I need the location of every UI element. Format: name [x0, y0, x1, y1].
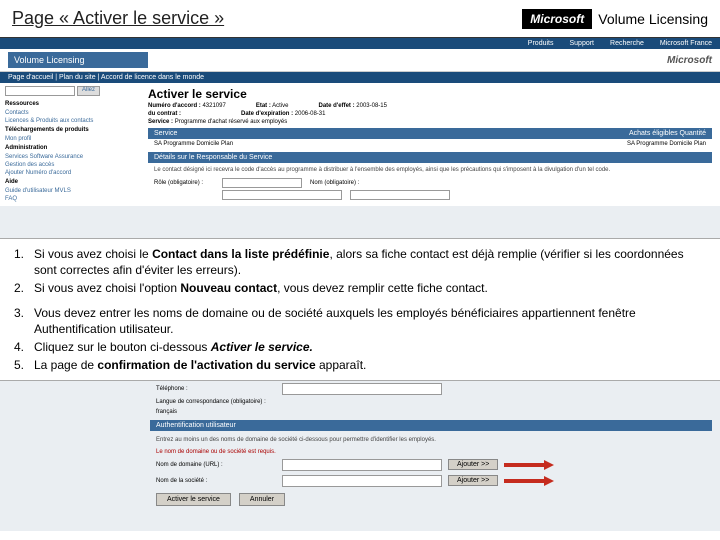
vl-logo-box: Volume Licensing: [8, 52, 148, 68]
breadcrumb: Page d'accueil | Plan du site | Accord d…: [8, 74, 204, 81]
step-number: 1.: [10, 245, 30, 279]
nav-item[interactable]: Produits: [528, 40, 554, 47]
phone-label: Téléphone :: [156, 386, 276, 392]
company-label: Nom de la société :: [156, 478, 276, 484]
sidebar-link[interactable]: Ajouter Numéro d'accord: [5, 169, 135, 177]
sidebar-heading: Aide: [5, 177, 135, 187]
step-text: La page de confirmation de l'activation …: [30, 356, 710, 374]
instructions-overlay: 1. Si vous avez choisi le Contact dans l…: [0, 238, 720, 381]
sidebar-link[interactable]: FAQ: [5, 195, 135, 203]
step-text: Vous devez entrer les noms de domaine ou…: [30, 304, 710, 338]
arrow-icon: [504, 460, 554, 470]
name-label: Nom (obligatoire) :: [310, 180, 390, 186]
brand-block: Microsoft Volume Licensing: [522, 9, 708, 29]
sidebar-link[interactable]: Guide d'utilisateur MVLS: [5, 187, 135, 195]
nav-item[interactable]: Microsoft France: [660, 40, 712, 47]
cancel-button[interactable]: Annuler: [239, 493, 285, 506]
add-button[interactable]: Ajouter >>: [448, 459, 498, 470]
sidebar-link[interactable]: Contacts: [5, 109, 135, 117]
nav-item[interactable]: Recherche: [610, 40, 644, 47]
role-select[interactable]: [222, 178, 302, 188]
nav-item[interactable]: Support: [569, 40, 594, 47]
role-label: Rôle (obligatoire) :: [154, 180, 214, 186]
add-button[interactable]: Ajouter >>: [448, 475, 498, 486]
go-button[interactable]: Allez: [77, 86, 100, 96]
section-bar-details: Détails sur le Responsable du Service: [148, 152, 712, 163]
sidebar-heading: Téléchargements de produits: [5, 125, 135, 135]
lang-label: Langue de correspondance (obligatoire) :: [156, 399, 336, 405]
microsoft-logo: Microsoft: [522, 9, 592, 29]
section-bar-service: ServiceAchats éligibles Quantité: [148, 128, 712, 139]
volume-licensing-label: Volume Licensing: [598, 11, 708, 27]
sidebar-link[interactable]: Services Software Assurance: [5, 153, 135, 161]
sidebar-heading: Administration: [5, 143, 135, 153]
sidebar-link[interactable]: Mon profil: [5, 135, 135, 143]
company-input[interactable]: [282, 475, 442, 487]
required-note: Le nom de domaine ou de société est requ…: [156, 449, 276, 455]
step-text: Si vous avez choisi le Contact dans la l…: [30, 245, 710, 279]
sidebar: Allez Ressources Contacts Licences & Pro…: [0, 83, 140, 206]
step-number: 4.: [10, 338, 30, 356]
sidebar-link[interactable]: Gestion des accès: [5, 161, 135, 169]
top-nav: Produits Support Recherche Microsoft Fra…: [0, 38, 720, 49]
domain-input[interactable]: [282, 459, 442, 471]
step-number: 5.: [10, 356, 30, 374]
domain-label: Nom de domaine (URL) :: [156, 462, 276, 468]
step-text: Si vous avez choisi l'option Nouveau con…: [30, 279, 710, 297]
main-heading: Activer le service: [148, 87, 712, 101]
slide-header: Page « Activer le service » Microsoft Vo…: [0, 0, 720, 38]
arrow-icon: [504, 476, 554, 486]
search-input[interactable]: [5, 86, 75, 96]
main-content: Activer le service Numéro d'accord : 432…: [140, 83, 720, 206]
step-text: Cliquez sur le bouton ci-dessous Activer…: [30, 338, 710, 356]
plan-row: SA Programme Domicile PlanSA Programme D…: [148, 139, 712, 149]
phone-input[interactable]: [282, 383, 442, 395]
logo-strip: Volume Licensing Microsoft: [0, 49, 720, 72]
screenshot-upper: Produits Support Recherche Microsoft Fra…: [0, 38, 720, 238]
microsoft-logo-small: Microsoft: [667, 55, 712, 66]
sidebar-heading: Ressources: [5, 99, 135, 109]
breadcrumb-bar: Page d'accueil | Plan du site | Accord d…: [0, 72, 720, 83]
page-title: Page « Activer le service »: [12, 8, 522, 29]
step-number: 2.: [10, 279, 30, 297]
input-field[interactable]: [222, 190, 342, 200]
step-number: 3.: [10, 304, 30, 338]
auth-note: Entrez au moins un des noms de domaine d…: [150, 434, 712, 446]
auth-section-bar: Authentification utilisateur: [150, 420, 712, 431]
screenshot-lower: Téléphone : Langue de correspondance (ob…: [0, 381, 720, 531]
detail-text: Le contact désigné ici recevra le code d…: [148, 163, 712, 177]
sidebar-link[interactable]: Licences & Produits aux contacts: [5, 117, 135, 125]
activate-service-button[interactable]: Activer le service: [156, 493, 231, 506]
name-select[interactable]: [350, 190, 450, 200]
